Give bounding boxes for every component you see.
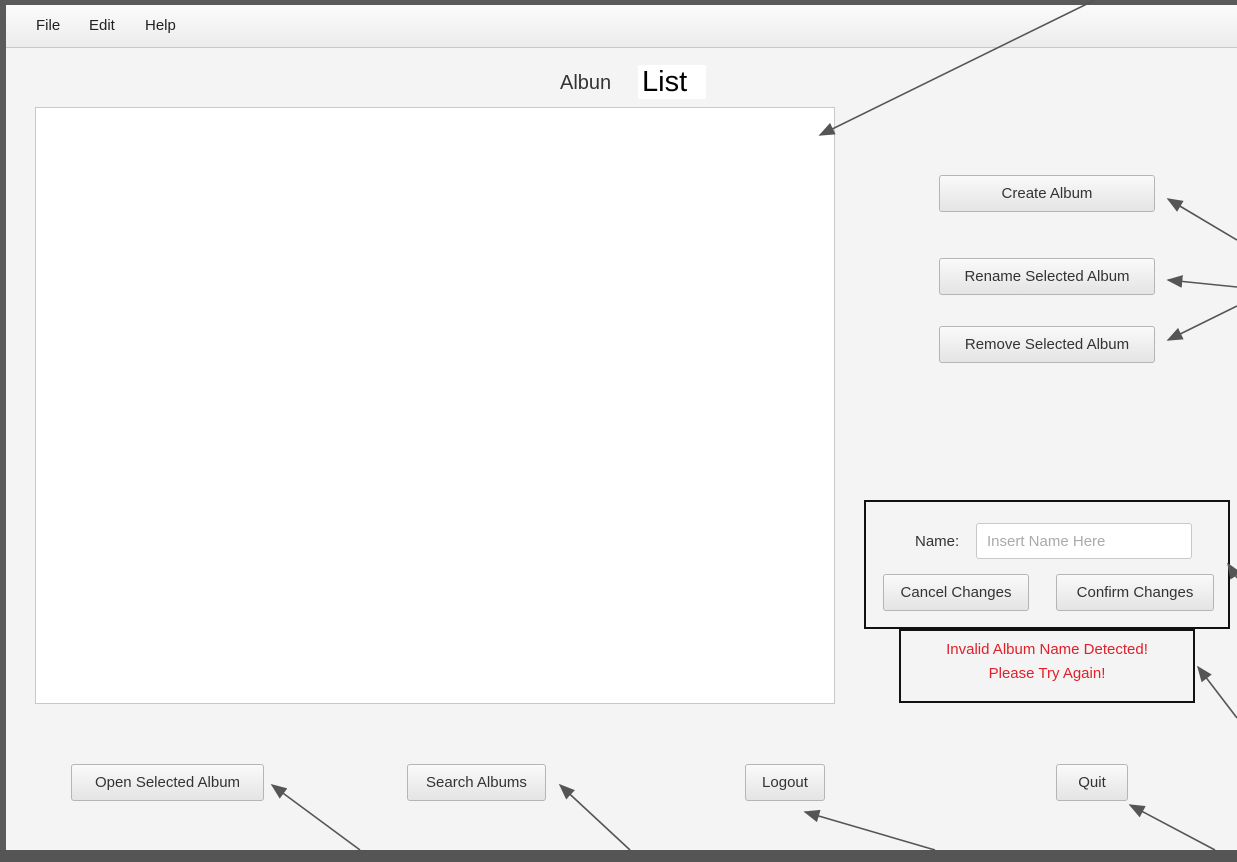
arrow-to-name-panel (1227, 562, 1237, 580)
arrow-to-logout (803, 809, 936, 851)
annotation-arrows (270, 0, 1237, 851)
arrow-to-error (1197, 665, 1237, 719)
arrow-to-search (558, 783, 631, 851)
arrow-to-quit (1128, 804, 1216, 851)
arrow-to-open (270, 784, 361, 851)
arrow-to-rename (1166, 275, 1237, 288)
arrow-to-create (1166, 198, 1237, 241)
arrow-to-remove (1166, 305, 1237, 341)
arrow-to-list (818, 0, 1096, 136)
